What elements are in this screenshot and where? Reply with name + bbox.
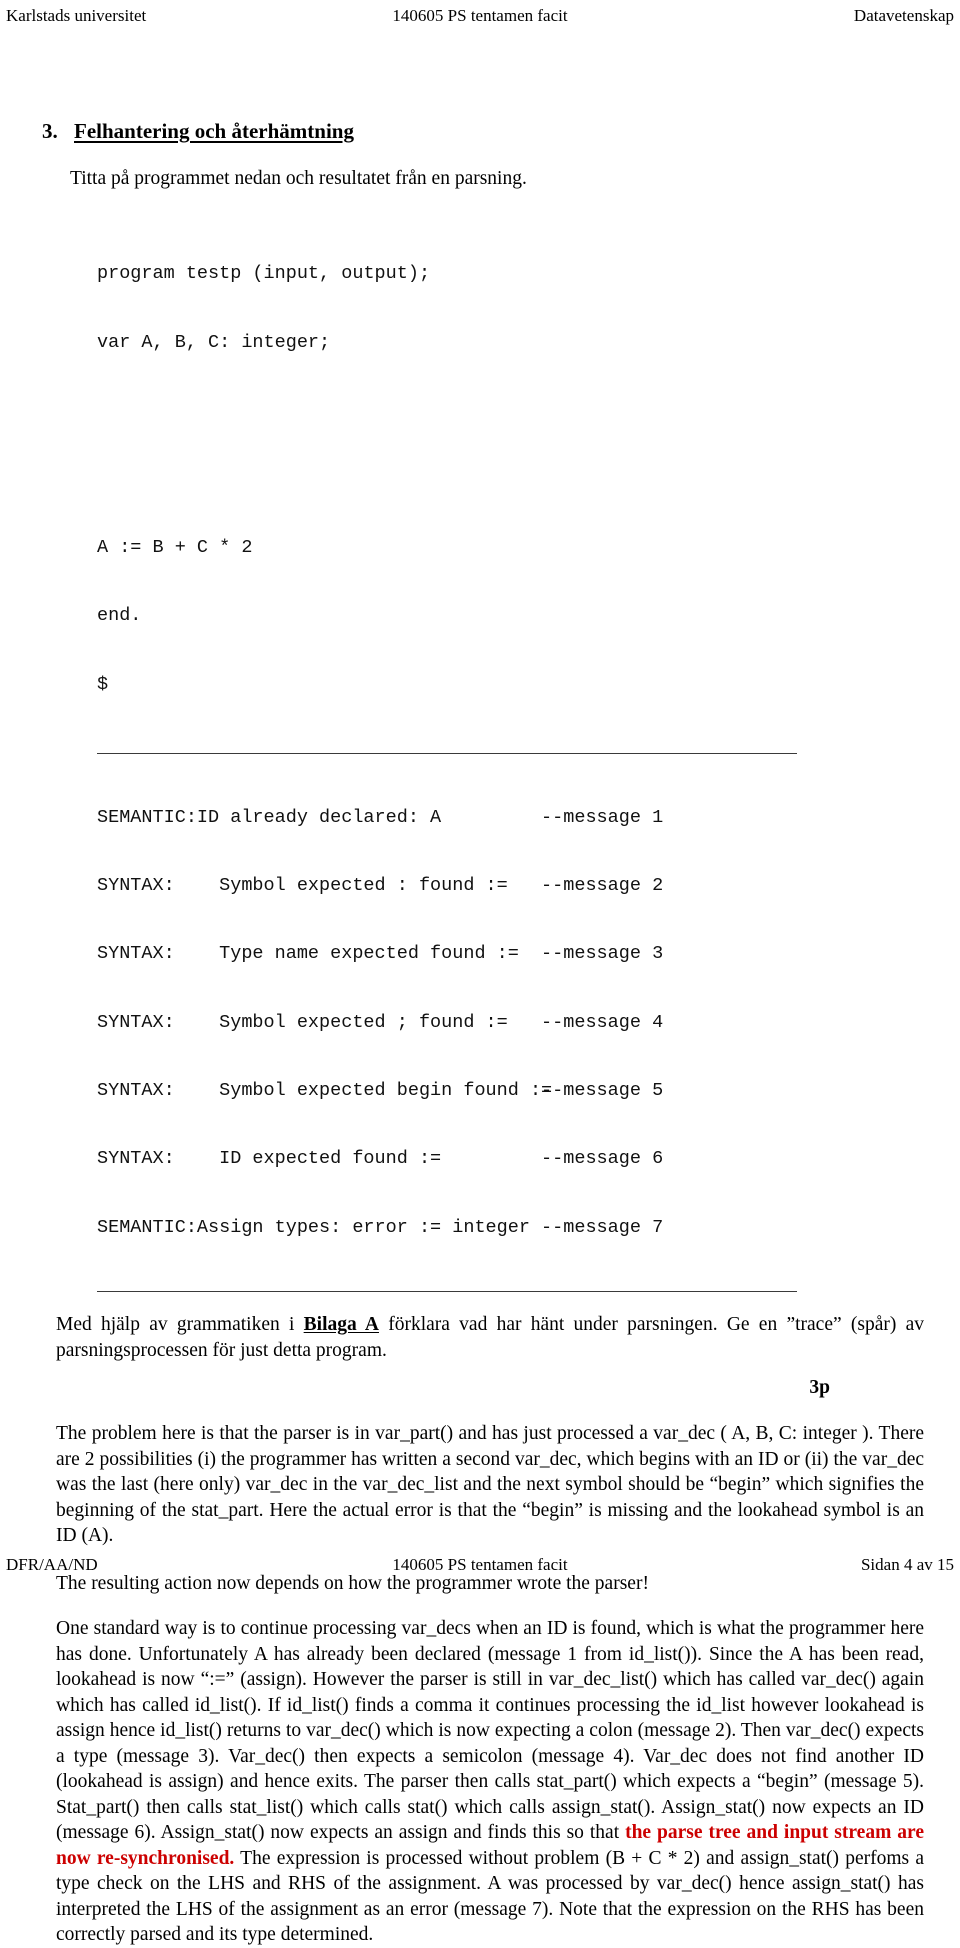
table-row: SYNTAX: ID expected found := --message 6: [97, 1148, 926, 1171]
message-note: --message 1: [541, 806, 664, 828]
message-body: Symbol expected ; found :=: [196, 1011, 508, 1033]
question-text-before: Med hjälp av grammatiken i: [56, 1314, 304, 1336]
message-tag: SYNTAX:: [97, 1011, 175, 1033]
program-line-2: var A, B, C: integer;: [97, 331, 331, 353]
section-lead-text: Titta på programmet nedan och resultatet…: [70, 168, 527, 190]
table-row: SYNTAX: Symbol expected : found := --mess…: [97, 875, 926, 898]
message-note: --message 6: [541, 1148, 664, 1170]
section-heading: 3. Felhantering och återhämtning: [42, 118, 926, 144]
running-head-right: Datavetenskap: [853, 6, 954, 25]
message-body: Symbol expected begin found :=: [196, 1080, 553, 1102]
program-blank-1: [97, 400, 926, 423]
table-row: SEMANTIC:ID already declared: A --message…: [97, 807, 926, 830]
message-tag: SEMANTIC:: [97, 806, 197, 828]
program-line-1: program testp (input, output);: [97, 263, 431, 285]
program-line-3: A := B + C * 2: [97, 536, 253, 558]
message-body: Type name expected found :=: [196, 943, 519, 965]
message-tag: SYNTAX:: [97, 1148, 175, 1170]
program-blank-2: [97, 468, 926, 491]
message-body: ID already declared: A: [196, 806, 442, 828]
message-body: ID expected found :=: [196, 1148, 442, 1170]
section-title: Felhantering och återhämtning: [74, 119, 354, 143]
table-row: SYNTAX: Type name expected found := --mes…: [97, 943, 926, 966]
output-rule-top: [97, 752, 797, 754]
table-row: SYNTAX: Symbol expected begin found :=--…: [97, 1080, 926, 1103]
table-row: SEMANTIC:Assign types: error := integer -…: [97, 1217, 926, 1240]
output-rule-bottom: [97, 1291, 797, 1293]
message-note: --message 5: [541, 1080, 664, 1102]
section-number: 3.: [42, 119, 58, 143]
message-tag: SYNTAX:: [97, 1080, 175, 1102]
page-footer: DFR/AA/ND 140605 PS tentamen facit Sidan…: [0, 1555, 960, 1579]
running-head: Karlstads universitet 140605 PS tentamen…: [0, 6, 960, 32]
message-note: --message 3: [541, 943, 664, 965]
footer-center: 140605 PS tentamen facit: [392, 1555, 568, 1574]
message-body: Assign types: error := integer: [196, 1216, 530, 1238]
message-note: --message 2: [541, 874, 664, 896]
page-content: 3. Felhantering och återhämtning Titta på…: [42, 118, 926, 1948]
parser-output-block: SEMANTIC:ID already declared: A --message…: [97, 761, 926, 1285]
program-line-4: end.: [97, 605, 142, 627]
answer-paragraph-3: One standard way is to continue processi…: [56, 1616, 924, 1948]
message-body: Symbol expected : found :=: [196, 874, 508, 896]
message-note: --message 7: [541, 1216, 664, 1238]
message-note: --message 4: [541, 1011, 664, 1033]
message-tag: SYNTAX:: [97, 874, 175, 896]
answer-paragraph-1: The problem here is that the parser is i…: [56, 1423, 924, 1547]
running-head-center: 140605 PS tentamen facit: [392, 6, 568, 25]
program-listing: program testp (input, output); var A, B,…: [97, 218, 926, 742]
message-tag: SYNTAX:: [97, 943, 175, 965]
table-row: SYNTAX: Symbol expected ; found := --mess…: [97, 1012, 926, 1035]
appendix-reference-link[interactable]: Bilaga A: [304, 1314, 379, 1335]
message-tag: SEMANTIC:: [97, 1216, 197, 1238]
question-paragraph: Med hjälp av grammatiken i Bilaga A förk…: [56, 1312, 924, 1363]
points-badge: 3p: [809, 1377, 830, 1399]
program-prompt: $: [97, 673, 109, 695]
footer-page-number: Sidan 4 av 15: [860, 1555, 954, 1574]
answer-text-before-highlight: One standard way is to continue processi…: [56, 1618, 924, 1844]
